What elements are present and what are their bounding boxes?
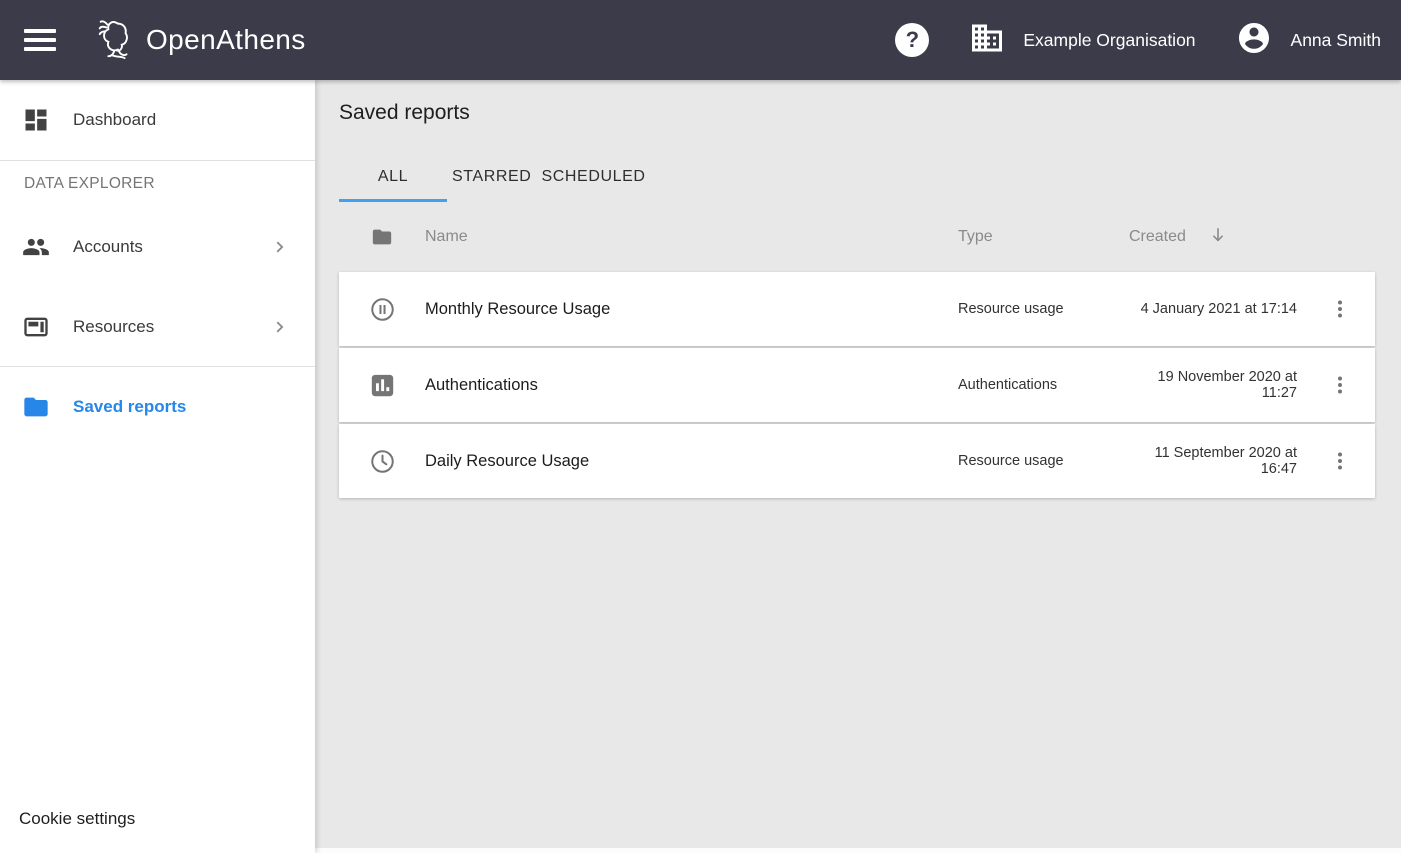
openathens-logo[interactable]: OpenAthens: [93, 15, 306, 66]
clock-icon: [339, 448, 425, 475]
organisation-selector[interactable]: Example Organisation: [969, 20, 1195, 61]
table-row[interactable]: Monthly Resource Usage Resource usage 4 …: [339, 272, 1375, 346]
page-title: Saved reports: [339, 101, 1375, 125]
bar-chart-icon: [339, 372, 425, 399]
folder-icon: [339, 226, 425, 248]
report-created: 11 September 2020 at 16:47: [1125, 445, 1305, 477]
arrow-down-icon: [1208, 225, 1228, 250]
sidebar-item-label: Saved reports: [73, 397, 186, 417]
tab-scheduled[interactable]: SCHEDULED: [536, 154, 650, 202]
column-header-created[interactable]: Created: [1125, 225, 1305, 250]
account-circle-icon: [1236, 20, 1272, 61]
tab-bar: ALL STARRED SCHEDULED: [339, 154, 1375, 202]
sidebar-item-saved-reports[interactable]: Saved reports: [0, 367, 315, 447]
report-name: Authentications: [425, 376, 945, 395]
row-menu-kebab-icon[interactable]: [1305, 424, 1375, 498]
report-created: 4 January 2021 at 17:14: [1125, 301, 1305, 317]
chevron-right-icon: [269, 316, 291, 338]
report-name: Daily Resource Usage: [425, 452, 945, 471]
menu-icon[interactable]: [24, 29, 56, 51]
table-row[interactable]: Daily Resource Usage Resource usage 11 S…: [339, 424, 1375, 498]
organisation-name: Example Organisation: [1023, 30, 1195, 51]
row-menu-kebab-icon[interactable]: [1305, 272, 1375, 346]
table-row[interactable]: Authentications Authentications 19 Novem…: [339, 348, 1375, 422]
report-type: Resource usage: [945, 301, 1125, 317]
web-icon: [22, 313, 50, 341]
pause-circle-icon: [339, 296, 425, 323]
sidebar-section-data-explorer: DATA EXPLORER: [0, 161, 315, 207]
top-app-bar: OpenAthens ? Example Organisation Anna S…: [0, 0, 1401, 80]
building-icon: [969, 20, 1005, 61]
sidebar-item-label: Dashboard: [73, 110, 156, 130]
chevron-right-icon: [269, 236, 291, 258]
help-icon[interactable]: ?: [895, 23, 929, 57]
owl-logo-icon: [93, 15, 139, 66]
report-type: Resource usage: [945, 453, 1125, 469]
sidebar: Dashboard DATA EXPLORER Accounts: [0, 80, 315, 853]
user-menu[interactable]: Anna Smith: [1236, 20, 1381, 61]
column-header-created-label: Created: [1129, 228, 1186, 246]
people-icon: [22, 233, 50, 261]
tab-all[interactable]: ALL: [339, 154, 447, 202]
tab-starred[interactable]: STARRED: [447, 154, 536, 202]
column-header-name[interactable]: Name: [425, 228, 945, 246]
topbar-right-group: ? Example Organisation Anna Smith: [895, 20, 1381, 61]
table-header: Name Type Created: [339, 202, 1375, 272]
sidebar-item-resources[interactable]: Resources: [0, 287, 315, 367]
sidebar-item-label: Resources: [73, 317, 154, 337]
cookie-settings-link[interactable]: Cookie settings: [19, 809, 135, 829]
logo-wordmark: OpenAthens: [146, 24, 306, 56]
folder-icon: [22, 393, 50, 421]
report-type: Authentications: [945, 377, 1125, 393]
main-content: Saved reports ALL STARRED SCHEDULED Name…: [315, 80, 1401, 853]
sidebar-item-accounts[interactable]: Accounts: [0, 207, 315, 287]
user-name: Anna Smith: [1291, 30, 1381, 51]
sidebar-item-dashboard[interactable]: Dashboard: [0, 80, 315, 161]
row-menu-kebab-icon[interactable]: [1305, 348, 1375, 422]
sidebar-item-label: Accounts: [73, 237, 143, 257]
column-header-type[interactable]: Type: [945, 228, 1125, 246]
horizontal-scrollbar[interactable]: [315, 848, 1401, 853]
report-name: Monthly Resource Usage: [425, 300, 945, 319]
dashboard-icon: [22, 106, 50, 134]
report-created: 19 November 2020 at 11:27: [1125, 369, 1305, 401]
